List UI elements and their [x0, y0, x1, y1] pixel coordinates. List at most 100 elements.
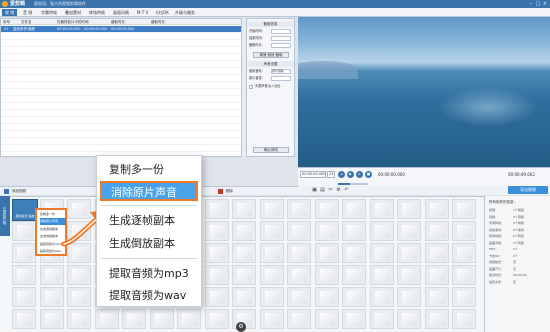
table-row-empty[interactable] [1, 40, 241, 47]
empty-clip-slot[interactable] [452, 199, 476, 219]
empty-clip-slot[interactable] [397, 265, 421, 285]
table-row-empty[interactable] [1, 96, 241, 103]
menu-item-extract-wav[interactable]: 提取音频为wav [97, 286, 201, 306]
table-row-empty[interactable] [1, 47, 241, 54]
empty-clip-slot[interactable] [94, 309, 119, 329]
empty-clip-slot[interactable] [67, 287, 91, 307]
empty-clip-slot[interactable] [204, 309, 229, 329]
add-video-button[interactable]: 添加视频 [4, 188, 26, 195]
menu-item-remove-audio[interactable]: 消除原片声音 [100, 181, 198, 201]
mini-menu-extract-wav[interactable]: 提取音频为wav [40, 248, 66, 255]
tab-karaoke[interactable]: 卡拉OK [152, 9, 172, 16]
empty-clip-slot[interactable] [452, 243, 476, 263]
empty-clip-slot[interactable] [232, 265, 256, 285]
empty-clip-slot[interactable] [314, 265, 339, 285]
empty-clip-slot[interactable] [39, 265, 64, 285]
prev-frame-button[interactable]: ◂ [338, 171, 345, 178]
empty-clip-slot[interactable] [314, 199, 339, 219]
save-icon[interactable]: ▣ [312, 188, 317, 193]
empty-clip-slot[interactable] [232, 199, 256, 219]
menu-item-reverse-copy[interactable]: 生成倒放副本 [97, 234, 201, 254]
empty-clip-slot[interactable] [342, 199, 366, 219]
menu-item-copy[interactable]: 复制多一份 [97, 160, 201, 180]
empty-clip-slot[interactable] [452, 287, 476, 307]
settings-icon[interactable]: ⚙ [336, 188, 341, 193]
empty-clip-slot[interactable] [342, 287, 366, 307]
table-row-empty[interactable] [1, 54, 241, 61]
table-row-empty[interactable] [1, 89, 241, 96]
speed-trim-button[interactable]: 调速·倒放·截取 [253, 52, 289, 58]
empty-clip-slot[interactable] [342, 265, 366, 285]
empty-clip-slot[interactable] [287, 287, 311, 307]
empty-clip-slot[interactable] [287, 265, 311, 285]
empty-clip-slot[interactable] [397, 221, 421, 241]
empty-clip-slot[interactable] [314, 243, 339, 263]
minimize-button[interactable]: – [528, 1, 534, 7]
tab-upgrade[interactable]: 升级与服务 [172, 9, 198, 16]
empty-clip-slot[interactable] [232, 287, 256, 307]
tab-overlay[interactable]: 叠加素材 [62, 9, 84, 16]
seek-time-input[interactable]: 00:00:00.000 [300, 171, 326, 178]
tab-transitions[interactable]: 转场特效 [86, 9, 108, 16]
empty-clip-slot[interactable] [122, 309, 146, 329]
empty-clip-slot[interactable] [369, 221, 394, 241]
empty-clip-slot[interactable] [67, 309, 91, 329]
tab-styles[interactable]: 画面风格 [110, 9, 132, 16]
end-time-input[interactable] [271, 36, 291, 41]
scissors-icon[interactable]: ✂ [328, 188, 333, 193]
duration-input[interactable] [271, 43, 291, 48]
empty-clip-slot[interactable] [314, 287, 339, 307]
delete-button[interactable]: 删除 [218, 188, 233, 195]
empty-clip-slot[interactable] [369, 309, 394, 329]
empty-clip-slot[interactable] [259, 287, 284, 307]
empty-clip-slot[interactable] [259, 265, 284, 285]
empty-clip-slot[interactable] [424, 221, 449, 241]
undo-icon[interactable]: ↶ [344, 188, 349, 193]
menu-item-frame-copy[interactable]: 生成逐帧副本 [97, 211, 201, 231]
zoom-select[interactable]: 2X [327, 171, 335, 178]
start-time-input[interactable] [271, 29, 291, 34]
empty-clip-slot[interactable] [314, 309, 339, 329]
folder-icon[interactable]: ▤ [320, 188, 325, 193]
empty-clip-slot[interactable] [259, 199, 284, 219]
empty-clip-slot[interactable] [39, 309, 64, 329]
table-row[interactable]: 01 复制多份·缩放 00:00:00.000 - 00:00:00.000 0… [1, 26, 241, 33]
table-row-empty[interactable] [1, 124, 241, 131]
empty-clip-slot[interactable] [424, 309, 449, 329]
empty-clip-slot[interactable] [12, 309, 36, 329]
empty-clip-slot[interactable] [397, 287, 421, 307]
empty-clip-slot[interactable] [342, 243, 366, 263]
empty-clip-slot[interactable] [12, 243, 36, 263]
maximize-button[interactable]: □ [535, 1, 541, 7]
empty-clip-slot[interactable] [149, 309, 174, 329]
table-row-empty[interactable] [1, 117, 241, 124]
empty-clip-slot[interactable] [369, 199, 394, 219]
table-row-empty[interactable] [1, 82, 241, 89]
export-video-button[interactable]: 导出视频 [508, 186, 548, 194]
audio-track-select[interactable]: 原片音轨 [271, 69, 291, 74]
tab-audio[interactable]: 音 频 [20, 9, 35, 16]
empty-clip-slot[interactable] [204, 287, 229, 307]
table-row-empty[interactable] [1, 61, 241, 68]
empty-clip-slot[interactable] [204, 221, 229, 241]
empty-clip-slot[interactable] [424, 287, 449, 307]
empty-clip-slot[interactable] [452, 309, 476, 329]
empty-clip-slot[interactable] [259, 243, 284, 263]
empty-clip-slot[interactable] [452, 221, 476, 241]
empty-clip-slot[interactable] [314, 221, 339, 241]
empty-clip-slot[interactable] [67, 265, 91, 285]
tab-mtv[interactable]: M T V [134, 9, 151, 16]
fade-checkbox[interactable] [249, 85, 253, 89]
empty-clip-slot[interactable] [287, 309, 311, 329]
empty-clip-slot[interactable] [259, 309, 284, 329]
empty-clip-slot[interactable] [39, 287, 64, 307]
table-row-empty[interactable] [1, 103, 241, 110]
table-row-empty[interactable] [1, 33, 241, 40]
table-row-empty[interactable] [1, 145, 241, 152]
empty-clip-slot[interactable] [424, 243, 449, 263]
table-row-empty[interactable] [1, 75, 241, 82]
empty-clip-slot[interactable] [12, 287, 36, 307]
empty-clip-slot[interactable] [12, 221, 36, 241]
empty-clip-slot[interactable] [204, 199, 229, 219]
settings-gear-icon[interactable]: ⚙ [236, 322, 246, 332]
